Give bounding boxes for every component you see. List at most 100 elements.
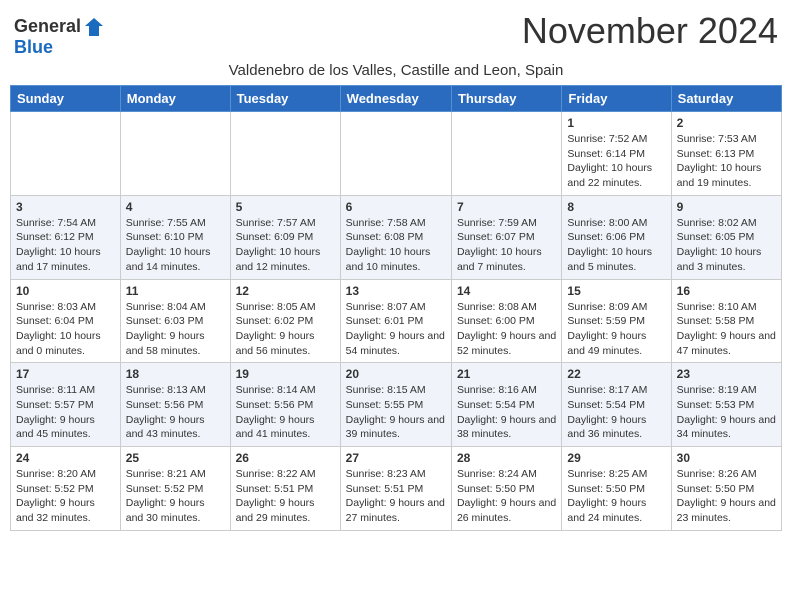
- day-number: 23: [677, 367, 776, 381]
- calendar-cell: 25Sunrise: 8:21 AM Sunset: 5:52 PM Dayli…: [120, 447, 230, 531]
- day-info: Sunrise: 8:10 AM Sunset: 5:58 PM Dayligh…: [677, 300, 776, 359]
- calendar-week-row: 10 Sunrise: 8:03 AM Sunset: 6:04 PM Dayli…: [11, 279, 782, 363]
- weekday-header: Wednesday: [340, 86, 451, 112]
- calendar-cell: [120, 112, 230, 196]
- day-info: Sunrise: 8:11 AM Sunset: 5:57 PM Dayligh…: [16, 383, 115, 442]
- day-info: Sunrise: 7:53 AM Sunset: 6:13 PM Dayligh…: [677, 132, 776, 191]
- calendar-week-row: 3 Sunrise: 7:54 AM Sunset: 6:12 PM Daylig…: [11, 195, 782, 279]
- day-number: 9: [677, 200, 776, 214]
- calendar-cell: 14 Sunrise: 8:08 AM Sunset: 6:00 PM Dayli…: [451, 279, 561, 363]
- month-title: November 2024: [522, 10, 778, 52]
- day-info: Sunrise: 7:52 AM Sunset: 6:14 PM Dayligh…: [567, 132, 665, 191]
- calendar-cell: 29Sunrise: 8:25 AM Sunset: 5:50 PM Dayli…: [562, 447, 671, 531]
- logo-icon: [83, 16, 105, 38]
- calendar-cell: 22 Sunrise: 8:17 AM Sunset: 5:54 PM Dayli…: [562, 363, 671, 447]
- day-info: Sunrise: 8:13 AM Sunset: 5:56 PM Dayligh…: [126, 383, 225, 442]
- day-info: Sunrise: 8:24 AM Sunset: 5:50 PM Dayligh…: [457, 467, 556, 526]
- calendar-cell: 1 Sunrise: 7:52 AM Sunset: 6:14 PM Daylig…: [562, 112, 671, 196]
- day-number: 24: [16, 451, 115, 465]
- day-number: 8: [567, 200, 665, 214]
- day-number: 28: [457, 451, 556, 465]
- calendar-week-row: 17 Sunrise: 8:11 AM Sunset: 5:57 PM Dayli…: [11, 363, 782, 447]
- day-info: Sunrise: 8:05 AM Sunset: 6:02 PM Dayligh…: [236, 300, 335, 359]
- calendar-cell: 23 Sunrise: 8:19 AM Sunset: 5:53 PM Dayli…: [671, 363, 781, 447]
- calendar-cell: 26 Sunrise: 8:22 AM Sunset: 5:51 PM Dayli…: [230, 447, 340, 531]
- calendar-cell: 17 Sunrise: 8:11 AM Sunset: 5:57 PM Dayli…: [11, 363, 121, 447]
- day-info: Sunrise: 8:00 AM Sunset: 6:06 PM Dayligh…: [567, 216, 665, 275]
- page-header: General Blue November 2024: [10, 10, 782, 58]
- calendar-cell: 30 Sunrise: 8:26 AM Sunset: 5:50 PM Dayli…: [671, 447, 781, 531]
- day-info: Sunrise: 7:58 AM Sunset: 6:08 PM Dayligh…: [346, 216, 446, 275]
- weekday-header: Sunday: [11, 86, 121, 112]
- day-info: Sunrise: 8:25 AM Sunset: 5:50 PM Dayligh…: [567, 467, 665, 526]
- day-info: Sunrise: 8:09 AM Sunset: 5:59 PM Dayligh…: [567, 300, 665, 359]
- calendar-cell: 19Sunrise: 8:14 AM Sunset: 5:56 PM Dayli…: [230, 363, 340, 447]
- day-number: 22: [567, 367, 665, 381]
- day-info: Sunrise: 8:07 AM Sunset: 6:01 PM Dayligh…: [346, 300, 446, 359]
- logo-general-text: General: [14, 17, 81, 37]
- weekday-header: Tuesday: [230, 86, 340, 112]
- weekday-header: Monday: [120, 86, 230, 112]
- day-info: Sunrise: 7:55 AM Sunset: 6:10 PM Dayligh…: [126, 216, 225, 275]
- calendar-cell: 13 Sunrise: 8:07 AM Sunset: 6:01 PM Dayli…: [340, 279, 451, 363]
- day-info: Sunrise: 7:54 AM Sunset: 6:12 PM Dayligh…: [16, 216, 115, 275]
- day-info: Sunrise: 8:08 AM Sunset: 6:00 PM Dayligh…: [457, 300, 556, 359]
- day-number: 25: [126, 451, 225, 465]
- day-number: 7: [457, 200, 556, 214]
- day-number: 20: [346, 367, 446, 381]
- day-number: 10: [16, 284, 115, 298]
- day-info: Sunrise: 8:02 AM Sunset: 6:05 PM Dayligh…: [677, 216, 776, 275]
- day-info: Sunrise: 7:59 AM Sunset: 6:07 PM Dayligh…: [457, 216, 556, 275]
- day-number: 17: [16, 367, 115, 381]
- day-number: 27: [346, 451, 446, 465]
- day-info: Sunrise: 8:04 AM Sunset: 6:03 PM Dayligh…: [126, 300, 225, 359]
- calendar-cell: 16 Sunrise: 8:10 AM Sunset: 5:58 PM Dayli…: [671, 279, 781, 363]
- day-number: 16: [677, 284, 776, 298]
- day-number: 13: [346, 284, 446, 298]
- calendar-table: SundayMondayTuesdayWednesdayThursdayFrid…: [10, 85, 782, 531]
- day-number: 11: [126, 284, 225, 298]
- day-number: 4: [126, 200, 225, 214]
- day-info: Sunrise: 8:19 AM Sunset: 5:53 PM Dayligh…: [677, 383, 776, 442]
- calendar-cell: 3 Sunrise: 7:54 AM Sunset: 6:12 PM Daylig…: [11, 195, 121, 279]
- day-number: 3: [16, 200, 115, 214]
- calendar-cell: 21Sunrise: 8:16 AM Sunset: 5:54 PM Dayli…: [451, 363, 561, 447]
- day-number: 1: [567, 116, 665, 130]
- day-info: Sunrise: 8:14 AM Sunset: 5:56 PM Dayligh…: [236, 383, 335, 442]
- day-info: Sunrise: 8:03 AM Sunset: 6:04 PM Dayligh…: [16, 300, 115, 359]
- weekday-header: Thursday: [451, 86, 561, 112]
- day-info: Sunrise: 8:22 AM Sunset: 5:51 PM Dayligh…: [236, 467, 335, 526]
- calendar-cell: 6Sunrise: 7:58 AM Sunset: 6:08 PM Daylig…: [340, 195, 451, 279]
- calendar-cell: 8 Sunrise: 8:00 AM Sunset: 6:06 PM Daylig…: [562, 195, 671, 279]
- weekday-header: Friday: [562, 86, 671, 112]
- calendar-cell: [11, 112, 121, 196]
- calendar-cell: 4 Sunrise: 7:55 AM Sunset: 6:10 PM Daylig…: [120, 195, 230, 279]
- day-number: 12: [236, 284, 335, 298]
- calendar-cell: [230, 112, 340, 196]
- day-info: Sunrise: 7:57 AM Sunset: 6:09 PM Dayligh…: [236, 216, 335, 275]
- calendar-cell: 9 Sunrise: 8:02 AM Sunset: 6:05 PM Daylig…: [671, 195, 781, 279]
- calendar-cell: 11 Sunrise: 8:04 AM Sunset: 6:03 PM Dayli…: [120, 279, 230, 363]
- day-number: 18: [126, 367, 225, 381]
- day-number: 30: [677, 451, 776, 465]
- calendar-cell: [340, 112, 451, 196]
- day-number: 26: [236, 451, 335, 465]
- logo-blue-text: Blue: [14, 37, 53, 57]
- calendar-week-row: 24 Sunrise: 8:20 AM Sunset: 5:52 PM Dayli…: [11, 447, 782, 531]
- day-info: Sunrise: 8:26 AM Sunset: 5:50 PM Dayligh…: [677, 467, 776, 526]
- day-number: 14: [457, 284, 556, 298]
- calendar-cell: 12 Sunrise: 8:05 AM Sunset: 6:02 PM Dayli…: [230, 279, 340, 363]
- day-number: 15: [567, 284, 665, 298]
- day-info: Sunrise: 8:20 AM Sunset: 5:52 PM Dayligh…: [16, 467, 115, 526]
- calendar-cell: 5 Sunrise: 7:57 AM Sunset: 6:09 PM Daylig…: [230, 195, 340, 279]
- day-number: 5: [236, 200, 335, 214]
- calendar-cell: 7 Sunrise: 7:59 AM Sunset: 6:07 PM Daylig…: [451, 195, 561, 279]
- logo: General Blue: [14, 16, 105, 58]
- day-info: Sunrise: 8:17 AM Sunset: 5:54 PM Dayligh…: [567, 383, 665, 442]
- calendar-cell: 2Sunrise: 7:53 AM Sunset: 6:13 PM Daylig…: [671, 112, 781, 196]
- day-number: 21: [457, 367, 556, 381]
- weekday-header: Saturday: [671, 86, 781, 112]
- day-info: Sunrise: 8:15 AM Sunset: 5:55 PM Dayligh…: [346, 383, 446, 442]
- calendar-cell: 27Sunrise: 8:23 AM Sunset: 5:51 PM Dayli…: [340, 447, 451, 531]
- calendar-cell: 28 Sunrise: 8:24 AM Sunset: 5:50 PM Dayli…: [451, 447, 561, 531]
